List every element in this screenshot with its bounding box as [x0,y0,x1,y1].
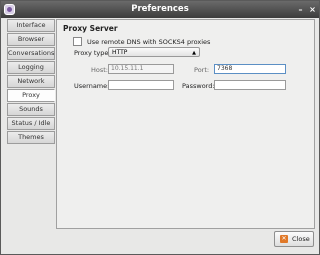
tab-status-idle[interactable]: Status / Idle [7,117,55,130]
password-label: Password: [182,82,215,90]
host-label: Host: [91,66,108,74]
username-label: Username: [74,82,110,90]
tab-conversations[interactable]: Conversations [7,47,55,60]
title-bar[interactable]: Preferences – × [1,1,319,18]
window-close-icon[interactable]: × [308,5,317,14]
dropdown-arrow-icon: ▲ [192,50,196,56]
remote-dns-checkbox[interactable] [73,37,82,46]
tab-themes[interactable]: Themes [7,131,55,144]
remote-dns-row[interactable]: Use remote DNS with SOCKS4 proxies [73,37,210,46]
tab-logging[interactable]: Logging [7,61,55,74]
minimize-icon[interactable]: – [296,5,305,14]
close-button[interactable]: ✕ Close [274,231,314,247]
proxy-panel: Proxy Server Use remote DNS with SOCKS4 … [56,19,315,229]
tab-sounds[interactable]: Sounds [7,103,55,116]
preferences-window: Preferences – × Interface Browser Conver… [0,0,320,255]
port-label: Port: [194,66,210,74]
username-input[interactable] [108,80,174,90]
proxy-type-value: HTTP [112,49,128,56]
host-input[interactable]: 10.15.11.1 [108,64,174,74]
password-input[interactable] [214,80,286,90]
close-button-label: Close [292,235,310,243]
remote-dns-label: Use remote DNS with SOCKS4 proxies [87,37,211,46]
tab-network[interactable]: Network [7,75,55,88]
tab-interface[interactable]: Interface [7,19,55,32]
app-icon [4,4,15,15]
tab-browser[interactable]: Browser [7,33,55,46]
tab-proxy[interactable]: Proxy [7,89,55,102]
section-title: Proxy Server [63,24,118,33]
proxy-type-select[interactable]: HTTP ▲ [108,47,200,57]
proxy-type-label: Proxy type: [74,49,111,57]
category-sidebar: Interface Browser Conversations Logging … [7,19,55,145]
port-input[interactable]: 7368 [214,64,286,74]
window-title: Preferences [131,4,189,14]
close-icon: ✕ [280,235,288,243]
